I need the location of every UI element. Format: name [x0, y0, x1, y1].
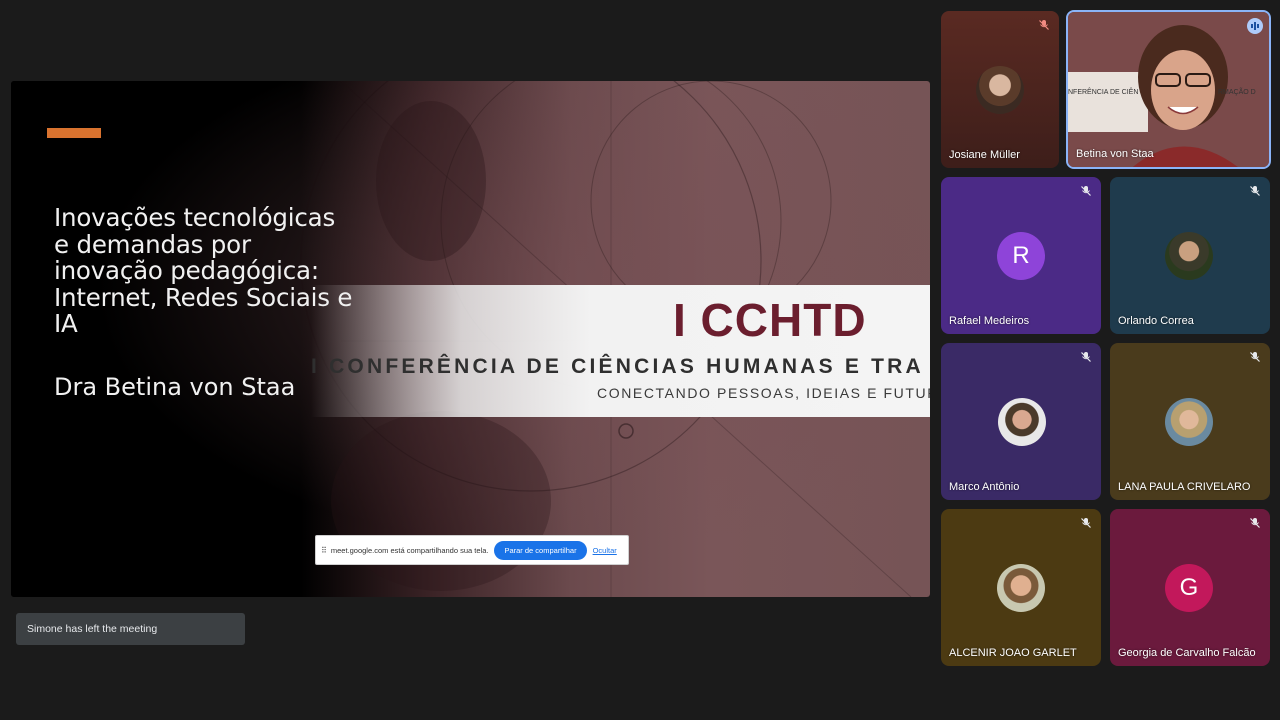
participant-name: ALCENIR JOAO GARLET: [949, 647, 1077, 659]
participant-name: Rafael Medeiros: [949, 315, 1030, 327]
slide-accent-bar: [47, 128, 101, 138]
participant-tile[interactable]: LANA PAULA CRIVELARO: [1110, 343, 1270, 500]
screen-share-bar: ⠿ meet.google.com está compartilhando su…: [315, 535, 629, 565]
avatar: G: [1165, 564, 1213, 612]
share-message: meet.google.com está compartilhando sua …: [330, 545, 489, 555]
avatar: [997, 564, 1045, 612]
avatar: [1165, 232, 1213, 280]
slide-title: Inovações tecnológicas e demandas por in…: [54, 203, 353, 338]
avatar: R: [997, 232, 1045, 280]
participant-tile[interactable]: ALCENIR JOAO GARLET: [941, 509, 1101, 666]
conference-tagline: CONECTANDO PESSOAS, IDEIAS E FUTUROS: [597, 385, 930, 401]
participant-name: Betina von Staa: [1076, 148, 1154, 160]
participant-tile[interactable]: Josiane Müller: [941, 11, 1059, 168]
speaking-indicator-icon: [1247, 18, 1263, 34]
hide-link[interactable]: Ocultar: [593, 546, 617, 555]
mic-off-icon: [1250, 352, 1260, 362]
participant-name: Josiane Müller: [949, 149, 1020, 161]
drag-handle-icon[interactable]: ⠿: [321, 546, 327, 555]
participant-video: NFERÊNCIA DE CIÊN RMAÇÃO D: [1068, 12, 1269, 167]
participant-name: Marco Antônio: [949, 481, 1020, 493]
participant-tile[interactable]: G Georgia de Carvalho Falcão: [1110, 509, 1270, 666]
toast-message: Simone has left the meeting: [27, 623, 158, 635]
participant-name: Georgia de Carvalho Falcão: [1118, 647, 1256, 659]
mic-off-icon: [1250, 518, 1260, 528]
slide-author: Dra Betina von Staa: [54, 373, 296, 401]
participant-tile[interactable]: Marco Antônio: [941, 343, 1101, 500]
participant-name: LANA PAULA CRIVELARO: [1118, 481, 1251, 493]
svg-text:NFERÊNCIA DE CIÊN: NFERÊNCIA DE CIÊN: [1068, 87, 1138, 96]
avatar: [1165, 398, 1213, 446]
mic-off-icon: [1081, 186, 1091, 196]
stop-sharing-button[interactable]: Parar de compartilhar: [494, 540, 587, 560]
mic-off-icon: [1250, 186, 1260, 196]
conference-logo: I CCHTD: [673, 294, 867, 346]
svg-text:RMAÇÃO D: RMAÇÃO D: [1218, 87, 1256, 96]
notification-toast: Simone has left the meeting: [16, 613, 245, 645]
mic-off-icon: [1081, 352, 1091, 362]
participant-tile[interactable]: Orlando Correa: [1110, 177, 1270, 334]
avatar: [976, 66, 1024, 114]
mic-off-icon: [1039, 20, 1049, 30]
avatar: [998, 398, 1046, 446]
mic-off-icon: [1081, 518, 1091, 528]
participant-name: Orlando Correa: [1118, 315, 1194, 327]
conference-name: I CONFERÊNCIA DE CIÊNCIAS HUMANAS E TRA: [311, 355, 924, 378]
shared-screen: Inovações tecnológicas e demandas por in…: [11, 81, 930, 597]
participant-tile[interactable]: R Rafael Medeiros: [941, 177, 1101, 334]
conference-banner: I CCHTD I CONFERÊNCIA DE CIÊNCIAS HUMANA…: [311, 285, 930, 417]
participant-tile-active-speaker[interactable]: NFERÊNCIA DE CIÊN RMAÇÃO D Betina von St…: [1066, 10, 1271, 169]
